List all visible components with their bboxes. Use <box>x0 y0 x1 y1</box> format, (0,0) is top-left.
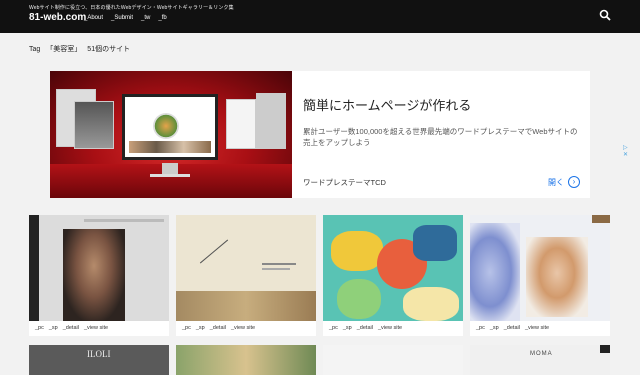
card-links: _pc _sp _detail _view site <box>476 325 549 331</box>
link-detail[interactable]: _detail <box>63 325 79 331</box>
link-sp[interactable]: _sp <box>196 325 205 331</box>
site-card[interactable]: _pc _sp _detail _view site <box>323 215 463 336</box>
site-thumbnail[interactable] <box>176 215 316 321</box>
link-pc[interactable]: _pc <box>476 325 485 331</box>
link-detail[interactable]: _detail <box>504 325 520 331</box>
ad-food-image <box>153 113 179 139</box>
ad-thumb-strip <box>129 141 211 153</box>
ad-description: 累計ユーザー数100,000を超える世界最先端のワードプレステーマでWebサイト… <box>303 127 578 147</box>
link-sp[interactable]: _sp <box>343 325 352 331</box>
link-pc[interactable]: _pc <box>35 325 44 331</box>
card-links: _pc _sp _detail _view site <box>35 325 108 331</box>
main-nav: _About _Submit _tw _fb <box>84 15 167 21</box>
link-detail[interactable]: _detail <box>357 325 373 331</box>
nav-about[interactable]: _About <box>84 15 103 21</box>
link-pc[interactable]: _pc <box>329 325 338 331</box>
link-sp[interactable]: _sp <box>49 325 58 331</box>
search-icon[interactable] <box>599 9 611 21</box>
ad-text: 簡単にホームページが作れる 累計ユーザー数100,000を超える世界最先端のワー… <box>303 95 583 148</box>
link-sp[interactable]: _sp <box>490 325 499 331</box>
tag-heading: Tag 「美容室」 51個のサイト <box>29 44 130 54</box>
link-view-site[interactable]: _view site <box>84 325 108 331</box>
site-thumbnail[interactable] <box>470 215 610 321</box>
link-view-site[interactable]: _view site <box>231 325 255 331</box>
ad-panel <box>256 93 286 149</box>
link-view-site[interactable]: _view site <box>525 325 549 331</box>
site-card[interactable]: _pc _sp _detail _view site <box>470 215 610 336</box>
nav-facebook[interactable]: _fb <box>158 15 166 21</box>
ad-image[interactable] <box>50 71 292 198</box>
site-card[interactable] <box>323 345 463 375</box>
site-card[interactable]: _pc _sp _detail _view site <box>29 215 169 336</box>
link-detail[interactable]: _detail <box>210 325 226 331</box>
tag-name: 「美容室」 <box>46 46 82 53</box>
card-links: _pc _sp _detail _view site <box>329 325 402 331</box>
ad-panel <box>74 101 114 149</box>
nav-twitter[interactable]: _tw <box>141 15 150 21</box>
tag-label: Tag <box>29 46 41 53</box>
site-card[interactable] <box>176 345 316 375</box>
site-header: Webサイト制作に役立つ、日本の優れたWebデザイン・Webサイトギャラリー＆リ… <box>0 0 640 33</box>
ad-choices-icon[interactable]: ▷ ✕ <box>623 144 628 158</box>
ad-monitor <box>122 94 218 160</box>
site-tagline: Webサイト制作に役立つ、日本の優れたWebデザイン・Webサイトギャラリー＆リ… <box>29 5 234 11</box>
monitor-base <box>150 174 190 177</box>
chevron-right-icon: › <box>568 176 580 188</box>
site-thumbnail[interactable] <box>29 215 169 321</box>
ad-open-button[interactable]: 開く › <box>548 176 580 188</box>
ad-title[interactable]: 簡単にホームページが作れる <box>303 95 583 114</box>
ad-open-label: 開く <box>548 177 564 187</box>
link-view-site[interactable]: _view site <box>378 325 402 331</box>
site-card[interactable]: _pc _sp _detail _view site <box>176 215 316 336</box>
ad-advertiser[interactable]: ワードプレステーマTCD <box>303 177 386 188</box>
tag-count: 51個のサイト <box>87 46 131 53</box>
site-card[interactable]: ILOLI <box>29 345 169 375</box>
site-logo[interactable]: 81-web.com <box>29 12 86 23</box>
link-pc[interactable]: _pc <box>182 325 191 331</box>
site-thumbnail-text: MOMA <box>530 351 553 357</box>
card-links: _pc _sp _detail _view site <box>182 325 255 331</box>
nav-submit[interactable]: _Submit <box>111 15 133 21</box>
site-card[interactable]: MOMA <box>470 345 610 375</box>
advertisement[interactable]: 簡単にホームページが作れる 累計ユーザー数100,000を超える世界最先端のワー… <box>50 71 628 198</box>
site-thumbnail-text: ILOLI <box>87 349 111 359</box>
ad-panel <box>226 99 256 149</box>
site-thumbnail[interactable] <box>323 215 463 321</box>
